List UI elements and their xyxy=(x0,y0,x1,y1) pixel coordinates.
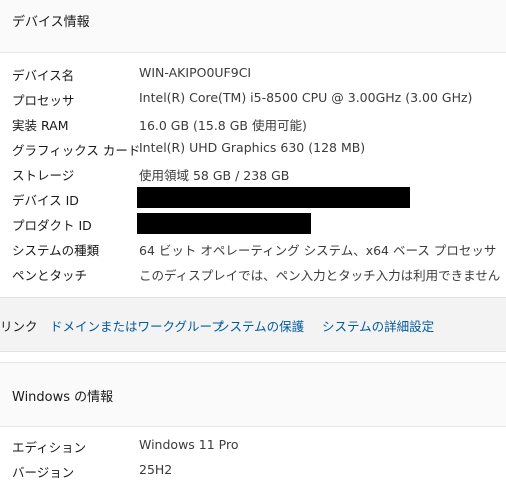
spec-value: 16.0 GB (15.8 GB 使用可能) xyxy=(139,118,307,133)
spec-label: ペンとタッチ xyxy=(12,268,88,283)
spec-label: グラフィックス カード xyxy=(12,143,141,158)
windows-specs: エディション Windows 11 Pro バージョン 25H2 xyxy=(0,428,506,486)
spec-label: プロセッサ xyxy=(12,93,75,108)
related-links-bar: リンク ドメインまたはワークグループ システムの保護 システムの詳細設定 xyxy=(0,297,506,352)
spec-value: 使用領域 58 GB / 238 GB xyxy=(139,168,290,183)
spec-value: 64 ビット オペレーティング システム、x64 ベース プロセッサ xyxy=(139,243,497,258)
spec-label: プロダクト ID xyxy=(12,218,92,233)
redacted-product-id xyxy=(137,213,311,234)
spec-label: 実装 RAM xyxy=(12,118,69,133)
redacted-device-id xyxy=(137,187,410,208)
spec-label: デバイス名 xyxy=(12,68,75,83)
spec-row-ram: 実装 RAM 16.0 GB (15.8 GB 使用可能) xyxy=(0,112,506,137)
device-info-title: デバイス情報 xyxy=(12,15,90,30)
link-domain-workgroup[interactable]: ドメインまたはワークグループ xyxy=(50,316,224,335)
spec-row-version: バージョン 25H2 xyxy=(0,459,506,484)
spec-row-device-id: デバイス ID xyxy=(0,187,506,212)
related-links-label: リンク xyxy=(0,319,38,334)
spec-row-product-id: プロダクト ID xyxy=(0,212,506,237)
spec-label: デバイス ID xyxy=(12,193,79,208)
link-system-protection[interactable]: システムの保護 xyxy=(217,316,304,335)
link-advanced-system-settings[interactable]: システムの詳細設定 xyxy=(322,316,434,335)
spec-label: バージョン xyxy=(12,465,75,480)
spec-row-pen-touch: ペンとタッチ このディスプレイでは、ペン入力とタッチ入力は利用できません xyxy=(0,262,506,287)
spec-value: 25H2 xyxy=(139,462,173,477)
spec-row-graphics: グラフィックス カード Intel(R) UHD Graphics 630 (1… xyxy=(0,137,506,162)
spec-row-device-name: デバイス名 WIN-AKIPO0UF9CI xyxy=(0,62,506,87)
spec-row-system-type: システムの種類 64 ビット オペレーティング システム、x64 ベース プロセ… xyxy=(0,237,506,262)
spec-value: Intel(R) UHD Graphics 630 (128 MB) xyxy=(139,140,366,155)
spec-row-storage: ストレージ 使用領域 58 GB / 238 GB xyxy=(0,162,506,187)
spec-value: Intel(R) Core(TM) i5-8500 CPU @ 3.00GHz … xyxy=(139,90,473,105)
spec-row-processor: プロセッサ Intel(R) Core(TM) i5-8500 CPU @ 3.… xyxy=(0,87,506,112)
spec-value: Windows 11 Pro xyxy=(139,437,239,452)
spec-label: システムの種類 xyxy=(12,243,100,258)
spec-value: WIN-AKIPO0UF9CI xyxy=(139,65,252,80)
spec-label: ストレージ xyxy=(12,168,75,183)
device-specs: デバイス名 WIN-AKIPO0UF9CI プロセッサ Intel(R) Cor… xyxy=(0,54,506,297)
spec-value: このディスプレイでは、ペン入力とタッチ入力は利用できません xyxy=(139,268,501,283)
spec-row-edition: エディション Windows 11 Pro xyxy=(0,434,506,459)
windows-info-title: Windows の情報 xyxy=(12,390,114,405)
device-info-header[interactable]: デバイス情報 xyxy=(0,0,506,53)
spec-label: エディション xyxy=(12,440,87,455)
windows-info-header[interactable]: Windows の情報 xyxy=(0,362,506,427)
